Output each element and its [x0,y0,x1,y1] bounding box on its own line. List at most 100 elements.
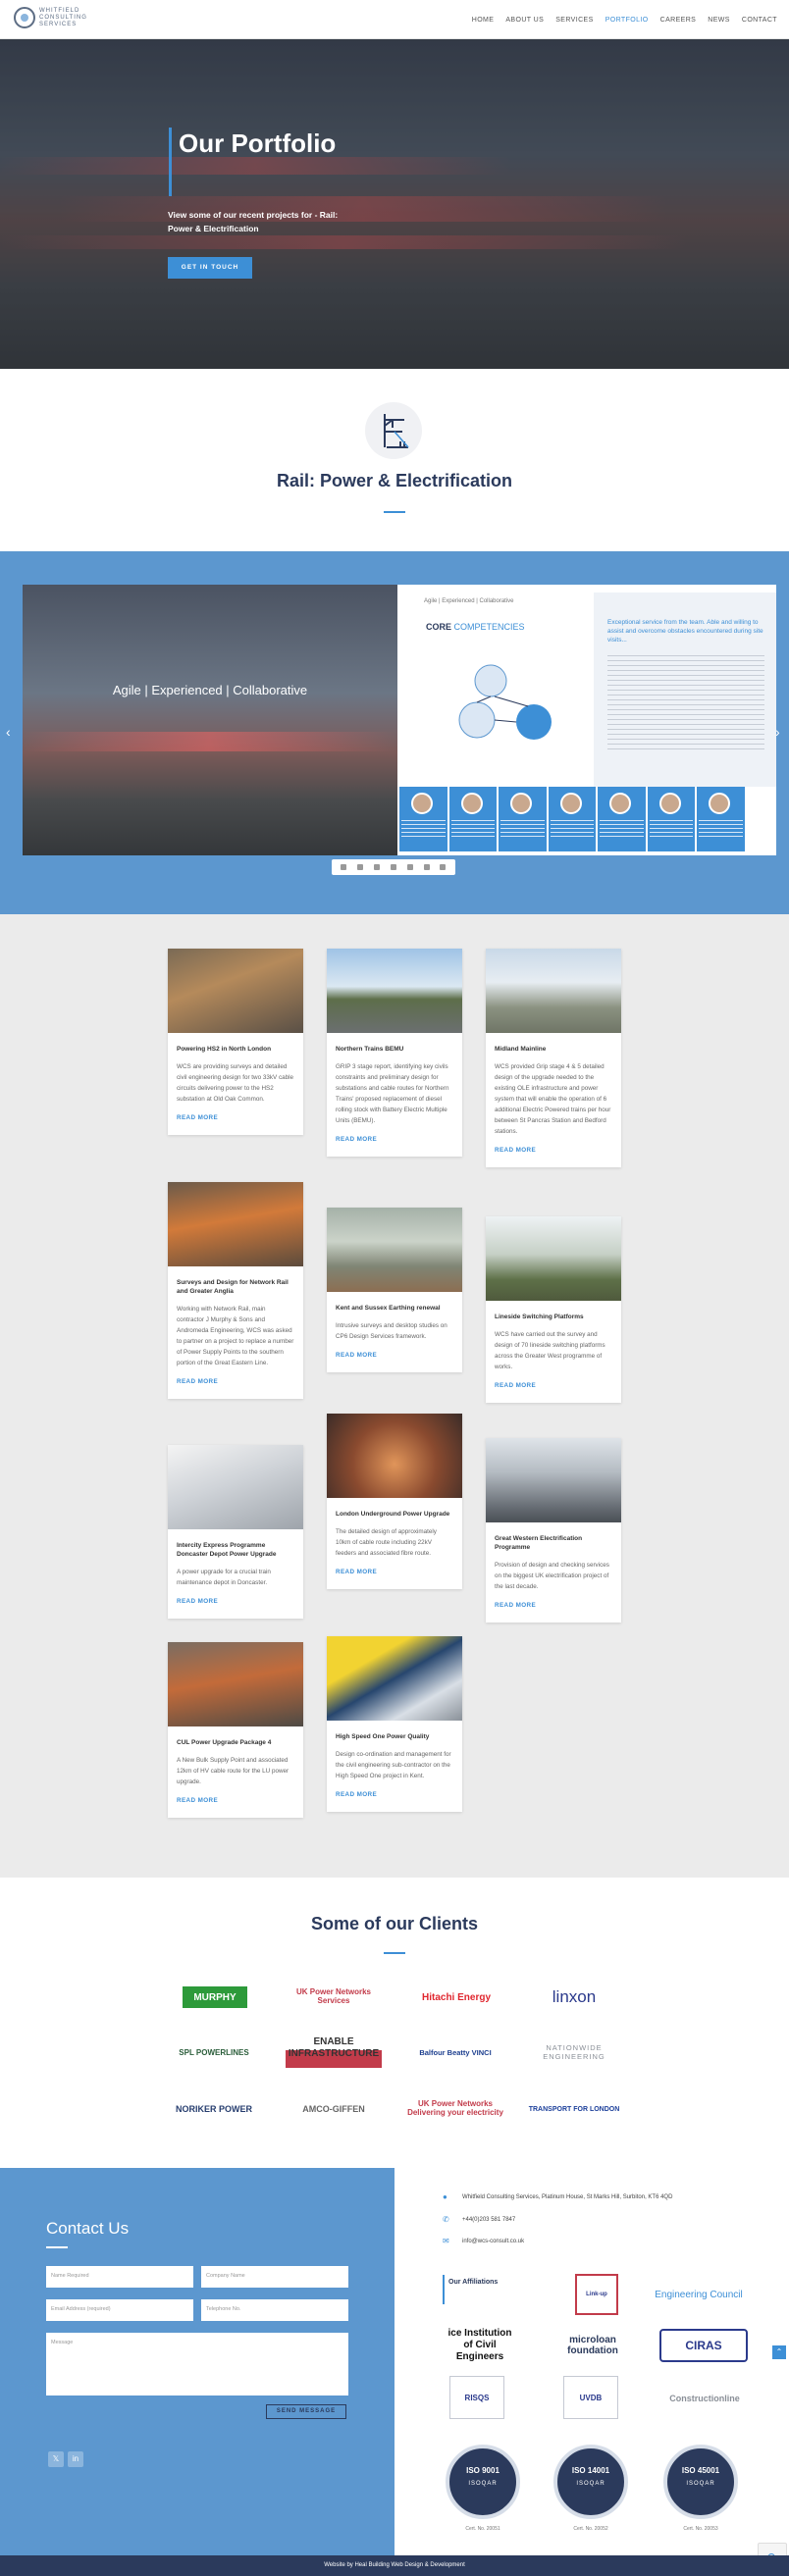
project-description: Intrusive surveys and desktop studies on… [336,1322,447,1340]
site-logo[interactable]: WHITFIELD CONSULTING SERVICES [14,7,108,28]
read-more-link[interactable]: READ MORE [495,1602,612,1609]
flipbook-page-tag: Agile | Experienced | Collaborative [424,598,514,604]
project-card[interactable]: High Speed One Power Quality Design co-o… [327,1636,462,1812]
twitter-icon[interactable]: 𝕏 [48,2451,64,2467]
project-card[interactable]: London Underground Power Upgrade The det… [327,1414,462,1589]
read-more-link[interactable]: READ MORE [336,1352,453,1359]
badge-standard: ISO 9001 [466,2466,500,2475]
pages-icon[interactable] [357,864,364,870]
nav-services[interactable]: SERVICES [555,17,593,24]
badge-label: ISOQAR [468,2481,498,2487]
back-to-top-icon[interactable]: ⌃ [772,2345,786,2359]
project-card[interactable]: Great Western Electrification Programme … [486,1438,621,1623]
address-row: ● Whitfield Consulting Services, Platinu… [443,2192,672,2201]
project-card[interactable]: Powering HS2 in North London WCS are pro… [168,949,303,1135]
project-description: Design co-ordination and management for … [336,1751,451,1779]
aff-logo-constructionline: Constructionline [669,2394,740,2403]
badge-standard: ISO 45001 [681,2466,720,2475]
address-text: Whitfield Consulting Services, Platinum … [462,2193,673,2200]
linkedin-icon[interactable]: in [68,2451,83,2467]
nav-careers[interactable]: CAREERS [660,17,697,24]
send-message-button[interactable]: SEND MESSAGE [266,2404,346,2419]
clients-title: Some of our Clients [310,1914,478,1933]
client-logo-enable-infrastructure: ENABLE INFRASTRUCTURE [286,2029,382,2068]
project-image [168,949,303,1033]
menu-icon[interactable] [440,864,447,870]
badge-label: ISOQAR [576,2481,605,2487]
team-member [499,787,547,851]
badge-label: ISOQAR [686,2481,715,2487]
team-member-caption [550,820,595,840]
hero-title: Our Portfolio [179,129,337,158]
project-image [486,949,621,1033]
train-motion-streak [23,732,395,751]
aff-logo-linkup: Link-up [575,2274,618,2315]
name-field[interactable]: Name Required [46,2266,193,2288]
team-member-caption [699,820,744,840]
project-title: Lineside Switching Platforms [495,1314,584,1320]
get-in-touch-button[interactable]: GET IN TOUCH [168,257,252,279]
nav-news[interactable]: NEWS [708,17,730,24]
aff-logo-ice: ice Institution of Civil Engineers [447,2328,512,2362]
heading-bold: CORE [426,622,452,632]
read-more-link[interactable]: READ MORE [336,1136,453,1143]
message-field[interactable]: Message [46,2333,348,2396]
site-footer: Website by Heal Building Web Design & De… [0,2555,789,2576]
email-text[interactable]: info@wcs-consult.co.uk [462,2239,524,2244]
chevron-right-icon[interactable]: › [775,724,780,740]
share-icon[interactable] [423,864,430,870]
project-card[interactable]: Northern Trains BEMU GRIP 3 stage report… [327,949,462,1157]
grid-icon[interactable] [390,864,396,870]
avatar [709,793,731,814]
badge-caption: Cert. No. 20052 [573,2526,608,2532]
read-more-link[interactable]: READ MORE [336,1791,453,1798]
contact-title: Contact Us [46,2219,130,2238]
project-description: A power upgrade for a crucial train main… [177,1569,271,1586]
client-logo-murphy: MURPHY [183,1986,247,2008]
read-more-link[interactable]: READ MORE [177,1378,294,1385]
read-more-link[interactable]: READ MORE [495,1382,612,1389]
nav-about[interactable]: ABOUT US [505,17,544,24]
hero-overlay [0,39,789,369]
team-strip [399,787,746,851]
badge-standard: ISO 14001 [571,2466,610,2475]
read-more-link[interactable]: READ MORE [336,1569,453,1575]
company-field[interactable]: Company Name [201,2266,348,2288]
project-title: Surveys and Design for Network Rail and … [177,1279,289,1295]
zoom-in-icon[interactable] [374,864,381,870]
phone-text[interactable]: +44(0)203 581 7847 [462,2217,515,2223]
iso-45001-badge: ISO 45001 ISOQAR [663,2445,738,2519]
aff-logo-risqs: RISQS [449,2376,504,2419]
email-field[interactable]: Email Address (required) [46,2299,193,2321]
read-more-link[interactable]: READ MORE [177,1114,294,1121]
flipbook-cover-image[interactable]: Agile | Experienced | Collaborative [23,585,397,855]
chevron-left-icon[interactable]: ‹ [6,724,11,740]
aff-logo-uvdb: UVDB [563,2376,618,2419]
rail-overhead-line-icon [365,402,422,459]
nav-portfolio[interactable]: PORTFOLIO [605,17,649,24]
project-card[interactable]: CUL Power Upgrade Package 4 A New Bulk S… [168,1642,303,1818]
client-logo-ukpn: UK Power Networks Delivering your electr… [407,2099,503,2117]
badge-caption: Cert. No. 20051 [465,2526,500,2532]
project-card[interactable]: Kent and Sussex Earthing renewal Intrusi… [327,1208,462,1372]
zoom-out-icon[interactable] [341,864,347,870]
read-more-link[interactable]: READ MORE [177,1797,294,1804]
phone-field[interactable]: Telephone No. [201,2299,348,2321]
read-more-link[interactable]: READ MORE [177,1598,294,1605]
avatar [460,793,483,814]
testimonial-panel: Exceptional service from the team. Able … [594,592,776,787]
nav-contact[interactable]: CONTACT [742,17,777,24]
project-title: Powering HS2 in North London [177,1046,272,1053]
project-card[interactable]: Lineside Switching Platforms WCS have ca… [486,1216,621,1403]
project-image [327,949,462,1033]
nav-home[interactable]: HOME [472,17,495,24]
project-card[interactable]: Surveys and Design for Network Rail and … [168,1182,303,1399]
aff-logo-ciras: CIRAS [659,2329,748,2362]
project-card[interactable]: Midland Mainline WCS provided Grip stage… [486,949,621,1167]
fullscreen-icon[interactable] [406,864,413,870]
read-more-link[interactable]: READ MORE [495,1147,612,1154]
section-title-underline [384,511,405,513]
project-description: Provision of design and checking service… [495,1562,609,1590]
project-card[interactable]: Intercity Express Programme Doncaster De… [168,1445,303,1619]
project-title: London Underground Power Upgrade [336,1511,450,1518]
